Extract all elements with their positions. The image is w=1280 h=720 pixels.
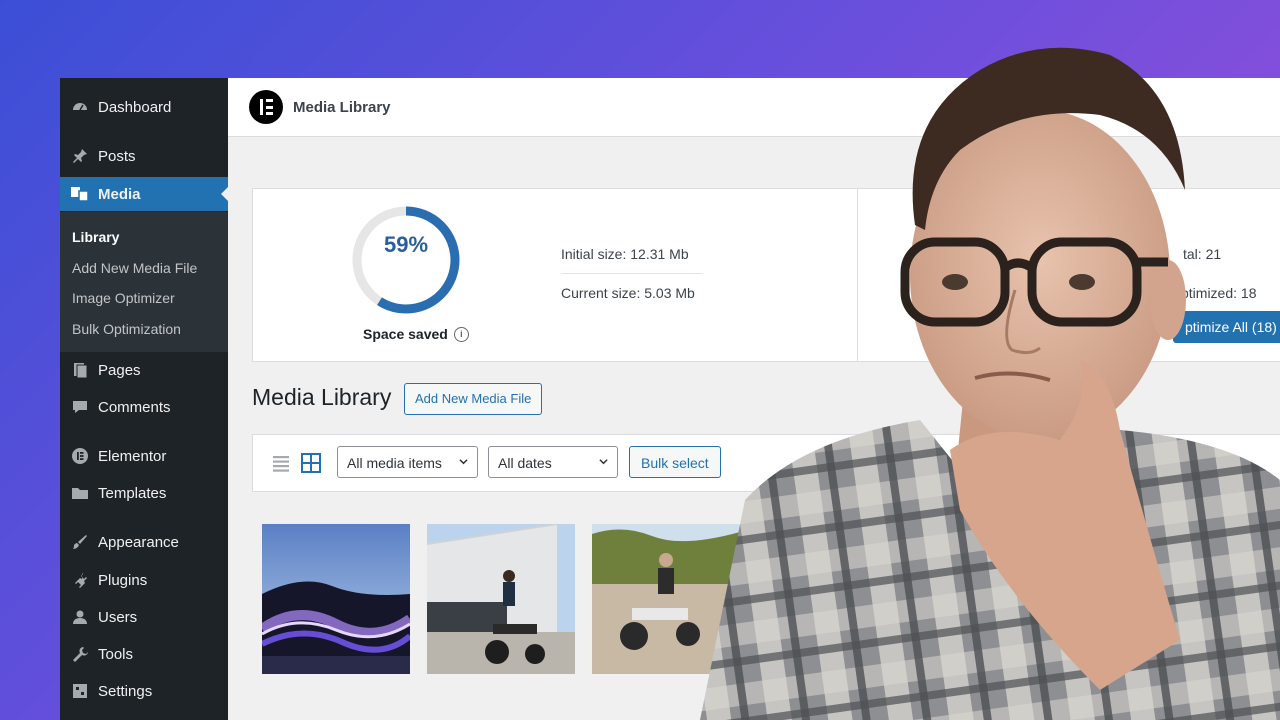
initial-size: Initial size: 12.31 Mb <box>561 246 689 262</box>
add-new-media-button[interactable]: Add New Media File <box>404 383 543 415</box>
space-saved-percent: 59% <box>383 232 429 257</box>
chevron-down-icon <box>459 459 468 465</box>
admin-sidebar: Dashboard Posts Media Library Add New Me… <box>60 78 229 720</box>
page-title: Media Library <box>252 384 392 410</box>
sidebar-item-label: Templates <box>98 484 167 502</box>
wrench-icon <box>70 644 90 664</box>
sidebar-item-media[interactable]: Media <box>60 177 229 211</box>
topbar-title: Media Library <box>293 98 391 116</box>
pages-icon <box>70 360 90 380</box>
submenu-image-optimizer[interactable]: Image Optimizer <box>72 290 175 306</box>
submenu-library[interactable]: Library <box>72 229 119 245</box>
sidebar-item-comments[interactable]: Comments <box>60 390 228 424</box>
sidebar-item-settings[interactable]: Settings <box>60 674 228 708</box>
user-icon <box>70 607 90 627</box>
media-submenu: Library Add New Media File Image Optimiz… <box>60 212 228 352</box>
current-size: Current size: 5.03 Mb <box>561 285 695 301</box>
submenu-add-new-media[interactable]: Add New Media File <box>72 260 197 276</box>
media-thumbnail-wave[interactable] <box>262 524 410 674</box>
plugin-topbar: Media Library <box>228 78 1280 137</box>
optimize-all-button[interactable]: ptimize All (18) <box>1173 311 1280 343</box>
wordpress-window: Dashboard Posts Media Library Add New Me… <box>60 78 1280 720</box>
sidebar-item-label: Appearance <box>98 533 179 551</box>
size-divider <box>561 273 703 274</box>
media-icon <box>70 184 90 204</box>
dates-select[interactable]: All dates <box>488 446 618 478</box>
space-saved-text: Space saved <box>363 326 448 342</box>
plug-icon <box>70 570 90 590</box>
stats-divider <box>857 189 858 361</box>
bulk-select-button[interactable]: Bulk select <box>629 446 721 478</box>
sidebar-item-label: Plugins <box>98 571 148 589</box>
comment-icon <box>70 397 90 417</box>
media-type-select[interactable]: All media items <box>337 446 478 478</box>
pin-icon <box>70 146 90 166</box>
sidebar-item-posts[interactable]: Posts <box>60 139 228 173</box>
sidebar-item-label: Pages <box>98 361 141 379</box>
media-thumbnail-scooter-park[interactable] <box>592 524 740 674</box>
sidebar-item-label: Posts <box>98 147 136 165</box>
sidebar-item-label: Dashboard <box>98 98 172 116</box>
sidebar-item-tools[interactable]: Tools <box>60 637 228 671</box>
sidebar-item-label: Tools <box>98 645 134 663</box>
sidebar-item-pages[interactable]: Pages <box>60 353 228 387</box>
sidebar-item-elementor[interactable]: Elementor <box>60 439 228 473</box>
sidebar-item-label: Users <box>98 608 138 626</box>
brush-icon <box>70 532 90 552</box>
elementor-icon <box>70 446 90 466</box>
settings-icon <box>70 681 90 701</box>
optimization-stats-card: 59% Space saved i Initial size: 12.31 Mb… <box>252 188 1280 362</box>
sidebar-item-label: Elementor <box>98 447 167 465</box>
folder-icon <box>70 483 90 503</box>
total-count: tal: 21 <box>1183 246 1222 262</box>
sidebar-item-users[interactable]: Users <box>60 600 228 634</box>
sidebar-item-templates[interactable]: Templates <box>60 476 228 510</box>
elementor-logo-icon <box>249 90 283 124</box>
chevron-down-icon <box>599 459 608 465</box>
list-view-icon[interactable] <box>271 453 291 473</box>
sidebar-item-appearance[interactable]: Appearance <box>60 525 228 559</box>
sidebar-item-label: Comments <box>98 398 171 416</box>
media-type-value: All media items <box>347 455 442 471</box>
sidebar-item-label: Media <box>98 185 141 203</box>
dates-value: All dates <box>498 455 552 471</box>
grid-view-icon[interactable] <box>301 453 321 473</box>
sidebar-item-plugins[interactable]: Plugins <box>60 563 228 597</box>
dashboard-icon <box>70 97 90 117</box>
media-filter-bar: All media items All dates Bulk select <box>252 434 1280 492</box>
info-icon[interactable]: i <box>453 326 469 342</box>
optimized-count: ptimized: 18 <box>1181 285 1257 301</box>
sidebar-item-label: Settings <box>98 682 153 700</box>
space-saved-label: Space saved i <box>363 326 469 342</box>
sidebar-item-dashboard[interactable]: Dashboard <box>60 90 228 124</box>
media-thumbnail-scooter-building[interactable] <box>427 524 575 674</box>
submenu-bulk-optimization[interactable]: Bulk Optimization <box>72 321 181 337</box>
